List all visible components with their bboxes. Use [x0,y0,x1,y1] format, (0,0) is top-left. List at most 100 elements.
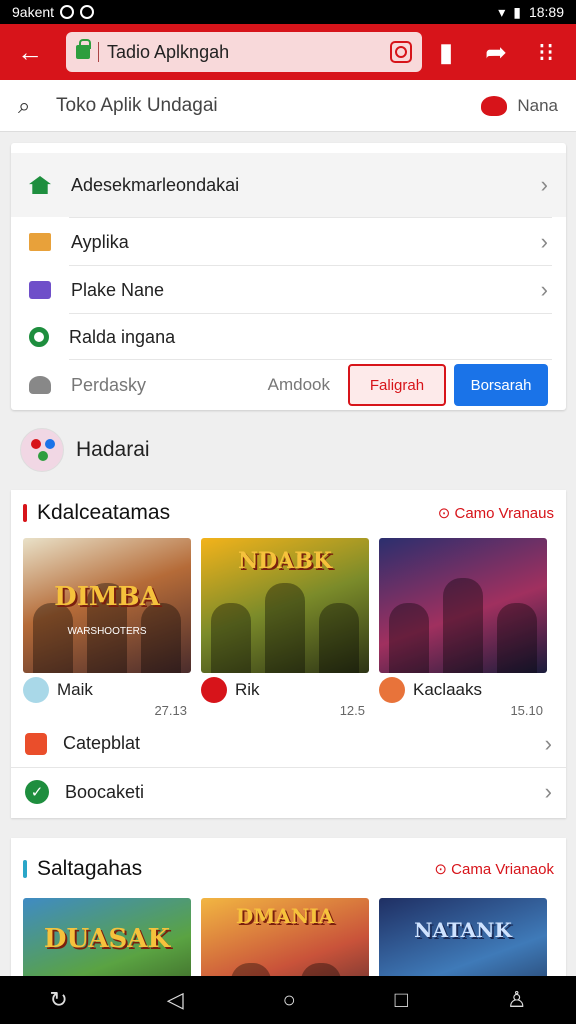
notification-icon [60,5,75,19]
menu-item-label: Plake Nane [71,279,165,300]
see-more-link[interactable]: Cama Vrianaok [434,860,554,878]
divider [69,359,552,360]
app-icon [379,677,405,703]
user-icon [481,95,508,116]
app-tile-image: DMANIA [201,898,369,976]
section-games: Saltagahas Cama Vrianaok DUASAK DMANIA N… [11,838,566,976]
menu-card: Adesekmarleondakai › Ayplika › Plake Nan… [11,143,566,410]
search-input[interactable]: Toko Aplik Undagai [56,95,481,117]
chevron-right-icon: › [540,229,548,254]
movies-icon [29,281,51,299]
menu-item-label: Ayplika [71,231,129,252]
system-nav-bar: ↻ ◁ ○ □ ♙ [0,976,576,1024]
section-title: Kdalceatamas [37,501,171,524]
section-header: Saltagahas Cama Vrianaok [23,856,554,882]
app-tile[interactable]: DUASAK [23,898,191,976]
lock-icon [76,39,91,59]
chevron-right-icon: › [544,779,552,804]
record-icon[interactable] [390,41,412,63]
divider [69,217,552,218]
menu-item-movies[interactable]: Plake Nane › [11,267,566,313]
account-row: Perdasky Amdook Faligrah Borsarah [11,363,566,407]
login-button[interactable]: Nana [481,95,558,116]
app-tile[interactable]: DMANIA [201,898,369,976]
share-icon[interactable]: ➦ [474,30,518,74]
browser-toolbar: ← Tadio Aplkngah ▮ ➦ ⁝⁝ [0,24,576,80]
wishlist-icon [29,327,49,347]
app-tile-image [379,538,547,673]
rotate-icon[interactable]: ↻ [49,987,67,1013]
person-icon[interactable]: ♙ [507,987,527,1013]
battery-icon: ▮ [513,3,521,20]
app-art-subtitle: WARSHOOTERS [67,626,147,637]
row-label: Boocaketi [65,781,145,802]
section-accent-bar [23,860,27,878]
app-tile[interactable]: Kaclaaks 15.10 [379,538,547,718]
app-size: 27.13 [154,703,187,718]
app-tiles: DIMBA WARSHOOTERS Maik 27.13 NDABK Rik 1… [23,538,554,718]
app-art-title: NATANK [414,918,512,942]
more-options-icon[interactable]: ⁝⁝ [524,30,568,74]
section-row-recommended[interactable]: ✓ Boocaketi › [11,768,566,816]
url-divider [98,42,99,62]
search-row: ⌕ Toko Aplik Undagai Nana [0,80,576,132]
app-art-title: NDABK [238,548,332,574]
home-icon [29,176,51,194]
app-art-title: DUASAK [43,924,171,954]
url-bar[interactable]: Tadio Aplkngah [66,32,422,72]
bookmark-icon[interactable]: ▮ [424,30,468,74]
search-icon[interactable]: ⌕ [18,93,48,119]
check-icon: ✓ [25,780,49,804]
account-icon [29,376,51,394]
account-label: Perdasky [71,374,147,395]
app-tile[interactable]: NDABK Rik 12.5 [201,538,369,718]
apps-icon [29,233,51,251]
row-label: Catepblat [63,733,141,753]
profile-header[interactable]: Hadarai [20,428,150,472]
app-tile-image: NDABK [201,538,369,673]
chevron-right-icon: › [540,277,548,302]
section-title: Saltagahas [37,857,143,880]
status-bar: 9akent ▾ ▮ 18:89 [0,0,576,24]
profile-name: Hadarai [76,438,150,461]
chevron-right-icon: › [544,730,552,756]
app-name: Kaclaaks [413,680,482,699]
avatar [20,428,64,472]
app-size: 15.10 [510,703,543,718]
section-row-categories[interactable]: Catepblat › [11,720,566,768]
notification-icon-2 [80,5,95,19]
app-name: Rik [235,680,260,699]
status-time: 18:89 [528,4,564,20]
menu-item-home[interactable]: Adesekmarleondakai › [11,153,566,217]
outline-button[interactable]: Faligrah [348,364,446,406]
app-name: Maik [57,680,93,699]
app-tiles: DUASAK DMANIA NATANK [23,898,554,976]
url-text: Tadio Aplkngah [107,41,230,62]
divider [69,313,552,314]
app-icon [23,677,49,703]
section-accent-bar [23,504,27,522]
login-label: Nana [517,95,558,115]
menu-item-wishlist[interactable]: Ralda ingana [11,315,566,359]
status-carrier-text: 9akent [12,4,55,20]
app-size: 12.5 [339,703,365,718]
app-art-title: DMANIA [235,904,335,928]
app-tile[interactable]: NATANK [379,898,547,976]
recents-icon[interactable]: □ [395,987,408,1013]
account-link[interactable]: Amdook [268,375,330,395]
back-nav-icon[interactable]: ◁ [167,987,184,1013]
category-icon [25,732,47,755]
home-nav-icon[interactable]: ○ [283,987,296,1013]
menu-item-label: Adesekmarleondakai [71,174,240,195]
arrow-left-icon[interactable]: ← [8,30,52,74]
chevron-right-icon: › [540,172,548,197]
app-art-title: DIMBA [54,582,160,612]
signal-icon: ▾ [498,3,506,20]
app-tile[interactable]: DIMBA WARSHOOTERS Maik 27.13 [23,538,191,718]
primary-button[interactable]: Borsarah [454,364,548,406]
menu-item-label: Ralda ingana [69,326,176,347]
app-tile-image: DUASAK [23,898,191,976]
menu-item-apps[interactable]: Ayplika › [11,219,566,265]
see-more-link[interactable]: Camo Vranaus [438,504,555,522]
section-header: Kdalceatamas Camo Vranaus [23,500,554,526]
